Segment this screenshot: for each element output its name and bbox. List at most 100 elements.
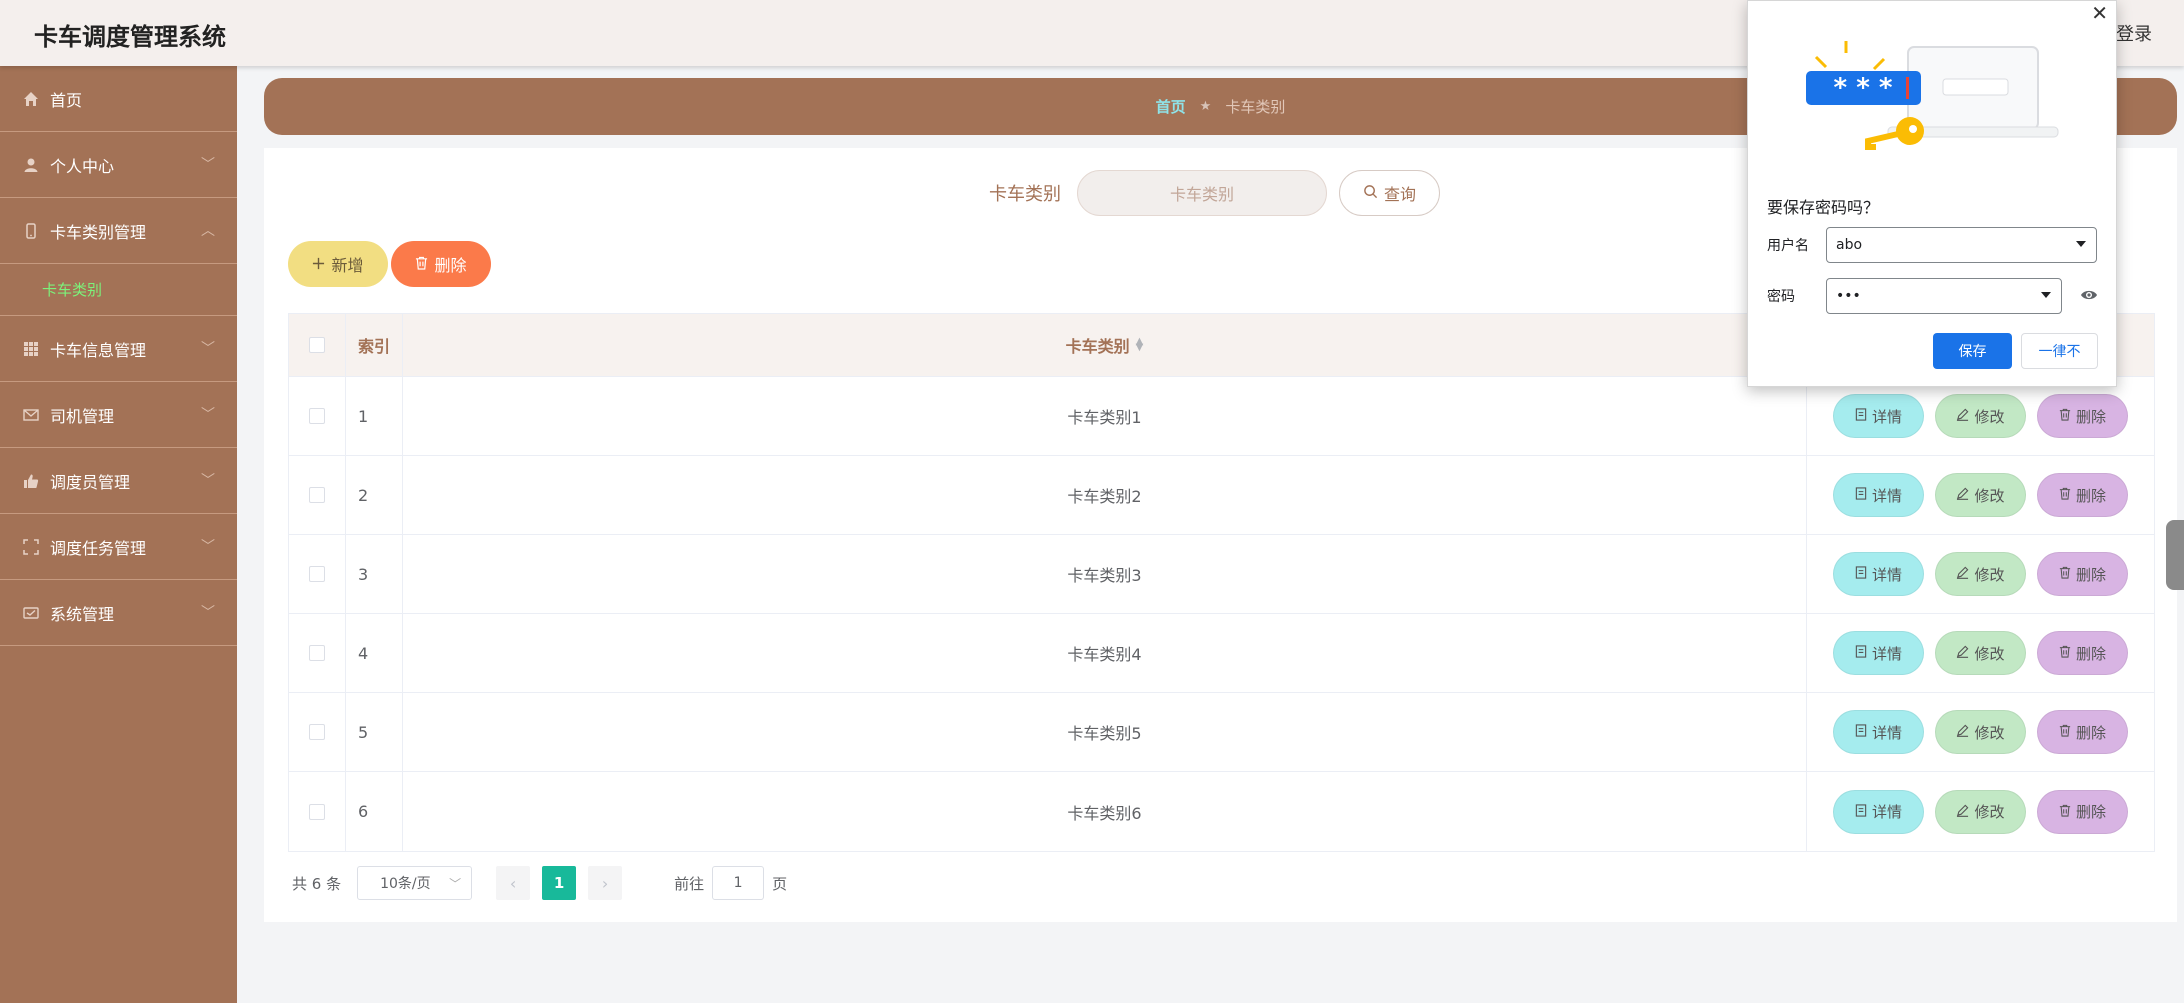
query-button-label: 查询 [1383,185,1416,204]
detail-button[interactable]: 详情 [1833,473,1924,517]
chevron-up-icon: ︿ [201,223,215,239]
dropdown-arrow-icon [2041,292,2051,298]
batch-delete-button[interactable]: 删除 [391,241,491,287]
save-password-popup: ✕ * * * 要保存密码吗？ 用户名 abo 密码 ••• 保存 一律不 [1747,0,2117,387]
trash-icon [2059,407,2071,425]
data-table: 索引 卡车类别 ▲ ▼ 1 卡车类别1 详情 修改 删除 2 卡车类别2 详情 … [288,313,2155,852]
detail-button[interactable]: 详情 [1833,710,1924,754]
sidebar-item-label: 系统管理 [50,604,115,624]
prev-page-button[interactable]: ‹ [496,866,531,900]
row-checkbox[interactable] [309,408,325,424]
detail-button-label: 详情 [1871,644,1902,663]
current-page[interactable]: 1 [542,866,577,900]
edit-button-label: 修改 [1974,407,2005,426]
chevron-down-icon: ﹀ [201,407,215,423]
pencil-icon [1956,803,1969,821]
select-all-checkbox[interactable] [309,337,325,353]
svg-text:* * *: * * * [1834,73,1893,103]
row-delete-button[interactable]: 删除 [2037,631,2128,675]
edit-button[interactable]: 修改 [1935,789,2026,834]
close-icon[interactable]: ✕ [2091,1,2108,25]
row-checkbox[interactable] [309,645,325,661]
row-index: 6 [346,772,403,851]
sidebar-item-label: 调度员管理 [50,472,131,492]
sidebar-item-label: 首页 [50,90,83,110]
row-index: 2 [346,456,403,534]
submenu-item-truck-category[interactable]: 卡车类别 [0,264,237,316]
sidebar-item-profile[interactable]: 个人中心 ﹀ [0,132,237,198]
detail-button-label: 详情 [1871,565,1902,584]
edit-button[interactable]: 修改 [1935,394,2026,438]
next-page-button[interactable]: › [588,866,623,900]
row-delete-button[interactable]: 删除 [2037,394,2128,438]
password-select[interactable]: ••• [1826,278,2062,314]
row-delete-button[interactable]: 删除 [2037,789,2128,834]
password-value: ••• [1836,288,1861,304]
row-index: 5 [346,693,403,771]
popup-title: 要保存密码吗？ [1767,198,1880,217]
add-button[interactable]: 新增 [288,241,388,287]
query-button[interactable]: 查询 [1339,170,1440,216]
page-size-value: 10条/页 [380,876,431,892]
column-header-category[interactable]: 卡车类别 ▲ ▼ [403,314,1807,376]
sort-icon[interactable]: ▲ ▼ [1136,337,1144,353]
search-input[interactable]: 卡车类别 [1077,170,1327,216]
table-row: 6 卡车类别6 详情 修改 删除 [289,772,2154,851]
password-label: 密码 [1767,289,1795,305]
username-select[interactable]: abo [1826,227,2097,263]
sidebar-item-label: 调度任务管理 [50,538,147,558]
chevron-down-icon: ﹀ [201,341,215,357]
pencil-icon [1956,486,1969,504]
sidebar-item-truck-category[interactable]: 卡车类别管理 ︿ [0,198,237,264]
detail-button-label: 详情 [1871,803,1902,821]
never-save-button[interactable]: 一律不 [2021,333,2098,369]
sidebar-item-truck-info[interactable]: 卡车信息管理 ﹀ [0,316,237,382]
detail-button[interactable]: 详情 [1833,394,1924,438]
pencil-icon [1956,644,1969,662]
detail-button[interactable]: 详情 [1833,631,1924,675]
sidebar-item-drivers[interactable]: 司机管理 ﹀ [0,382,237,448]
goto-page-input[interactable]: 1 [712,866,765,900]
sidebar-item-home[interactable]: 首页 [0,66,237,132]
row-checkbox[interactable] [309,566,325,582]
detail-button[interactable]: 详情 [1833,552,1924,596]
side-drawer-handle[interactable] [2166,520,2184,590]
sidebar-item-system[interactable]: 系统管理 ﹀ [0,580,237,646]
pencil-icon [1956,723,1969,741]
row-checkbox[interactable] [309,803,325,820]
sidebar-item-dispatch-tasks[interactable]: 调度任务管理 ﹀ [0,514,237,580]
user-icon [22,156,40,174]
breadcrumb-home[interactable]: 首页 [1156,96,1186,117]
goto-prefix: 前往 [674,874,705,893]
table-row: 1 卡车类别1 详情 修改 删除 [289,377,2154,456]
edit-button[interactable]: 修改 [1935,473,2026,517]
sidebar-item-dispatchers[interactable]: 调度员管理 ﹀ [0,448,237,514]
document-icon [1855,723,1867,741]
search-icon [1363,184,1378,203]
thumb-icon [22,472,40,490]
message-icon [22,604,40,622]
login-link[interactable]: 登录 [2116,20,2152,46]
row-category-name: 卡车类别2 [403,456,1807,534]
document-icon [1855,486,1867,504]
row-delete-button[interactable]: 删除 [2037,552,2128,596]
chevron-down-icon: ﹀ [201,539,215,555]
edit-button[interactable]: 修改 [1935,552,2026,596]
delete-button-label: 删除 [2075,803,2106,821]
trash-icon [2059,644,2071,662]
row-category-name: 卡车类别6 [403,772,1807,851]
save-password-button[interactable]: 保存 [1933,333,2012,369]
row-checkbox[interactable] [309,724,325,740]
row-checkbox[interactable] [309,487,325,503]
eye-icon[interactable] [2080,287,2098,306]
edit-button-label: 修改 [1974,565,2005,584]
edit-button[interactable]: 修改 [1935,710,2026,754]
trash-icon [415,255,428,274]
detail-button[interactable]: 详情 [1833,789,1924,834]
app-title: 卡车调度管理系统 [34,23,226,51]
page-size-select[interactable]: 10条/页 ﹀ [357,866,473,900]
row-delete-button[interactable]: 删除 [2037,710,2128,754]
delete-button-label: 删除 [2075,644,2106,663]
row-delete-button[interactable]: 删除 [2037,473,2128,517]
edit-button[interactable]: 修改 [1935,631,2026,675]
